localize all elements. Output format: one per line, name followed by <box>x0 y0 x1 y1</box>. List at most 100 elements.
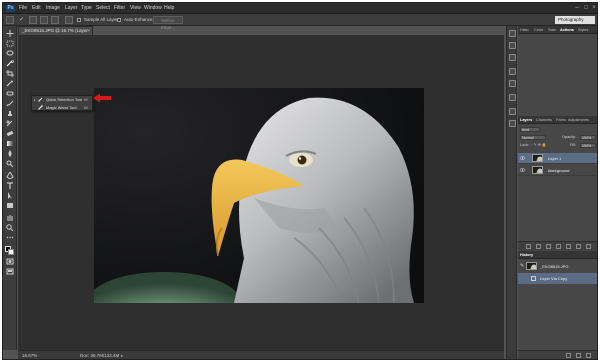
tab-actions[interactable]: Actions <box>560 27 574 33</box>
navigator-panel-icon[interactable] <box>509 54 516 61</box>
tab-history[interactable]: History <box>520 252 533 258</box>
minimize-icon[interactable]: – <box>574 5 580 11</box>
link-layers-icon[interactable] <box>526 244 531 249</box>
zoom-level[interactable]: 16.67% <box>22 353 37 359</box>
menu-layer[interactable]: Layer <box>65 5 78 12</box>
quick-mask-icon[interactable] <box>6 258 14 265</box>
info-panel-icon[interactable] <box>509 42 516 49</box>
flyout-item-magic-wand[interactable]: Magic Wand Tool W <box>32 104 92 111</box>
sample-all-layers-checkbox[interactable] <box>77 18 81 22</box>
notes-panel-icon[interactable] <box>509 120 516 127</box>
refine-edge-button[interactable]: Refine Edge... <box>153 16 183 30</box>
screen-mode-icon[interactable] <box>6 268 14 275</box>
gradient-tool-icon[interactable] <box>6 140 14 147</box>
magic-wand-icon <box>38 105 43 110</box>
canvas-area[interactable]: • Quick Selection Tool W Magic Wand Tool… <box>18 35 504 350</box>
maximize-icon[interactable]: □ <box>583 5 589 11</box>
history-state-row[interactable]: Layer Via Copy <box>518 273 597 284</box>
flyout-item-quick-selection[interactable]: • Quick Selection Tool W <box>32 96 92 103</box>
menu-edit[interactable]: Edit <box>32 5 41 12</box>
pen-tool-icon[interactable] <box>6 172 14 179</box>
path-selection-tool-icon[interactable] <box>6 192 14 199</box>
fill-input[interactable]: 100% <box>580 143 596 148</box>
tool-flyout-menu: • Quick Selection Tool W Magic Wand Tool… <box>31 95 93 111</box>
snapshot-icon[interactable] <box>576 353 581 358</box>
layer-row[interactable]: Layer 1 <box>518 153 597 164</box>
add-selection-icon[interactable] <box>29 16 37 24</box>
subtract-selection-icon[interactable] <box>40 16 48 24</box>
tab-styles[interactable]: Styles <box>578 27 588 33</box>
delete-state-icon[interactable] <box>586 353 591 358</box>
brush-tool-icon[interactable] <box>6 100 14 107</box>
layer-style-icon[interactable] <box>536 244 541 249</box>
type-tool-icon[interactable] <box>6 182 14 189</box>
menu-filter[interactable]: Filter <box>114 5 125 12</box>
close-document-icon[interactable]: × <box>87 27 90 35</box>
tab-histogram[interactable]: Histo <box>520 27 529 33</box>
eye-icon[interactable] <box>520 156 525 160</box>
brush-panel-icon[interactable] <box>509 68 516 75</box>
healing-brush-tool-icon[interactable] <box>6 90 14 97</box>
menu-window[interactable]: Window <box>144 5 162 12</box>
histogram-panel-icon[interactable] <box>509 30 516 37</box>
eagle-photo[interactable] <box>94 88 424 303</box>
layer-row[interactable]: Background <box>518 165 597 176</box>
tab-adjustments[interactable]: Adjustments <box>568 117 589 123</box>
eye-icon[interactable] <box>520 168 525 172</box>
status-menu-arrow-icon[interactable]: ▸ <box>121 353 123 359</box>
lasso-tool-icon[interactable] <box>6 50 14 57</box>
tool-preset-icon[interactable] <box>6 16 14 24</box>
paragraph-panel-icon[interactable] <box>509 94 516 101</box>
history-snapshot-row[interactable]: ✎ _EKO8515.JPG <box>518 261 597 272</box>
menu-image[interactable]: Image <box>46 5 60 12</box>
close-icon[interactable]: × <box>591 5 597 11</box>
background-color-swatch[interactable] <box>8 249 14 255</box>
eraser-tool-icon[interactable] <box>6 130 14 137</box>
brush-size-icon[interactable] <box>51 16 59 24</box>
tab-channels[interactable]: Channels <box>536 117 552 123</box>
quick-selection-tool-icon[interactable] <box>6 60 14 67</box>
auto-enhance-checkbox[interactable] <box>117 18 121 22</box>
blend-mode-select[interactable]: Normal <box>520 135 546 140</box>
move-tool-icon[interactable] <box>6 30 14 37</box>
marquee-tool-icon[interactable] <box>6 40 14 47</box>
more-tools-icon[interactable] <box>6 234 14 241</box>
zoom-tool-icon[interactable] <box>6 224 14 231</box>
tab-paths[interactable]: Paths <box>556 117 566 123</box>
tab-layers[interactable]: Layers <box>520 117 532 123</box>
new-layer-icon[interactable] <box>576 244 581 249</box>
lock-icons[interactable]: ▫ ✎ ✥ 🔒 <box>531 143 547 148</box>
clone-stamp-tool-icon[interactable] <box>6 110 14 117</box>
opacity-input[interactable]: 100% <box>580 135 596 140</box>
tab-color[interactable]: Color <box>534 27 543 33</box>
history-item-label: _EKO8515.JPG <box>540 264 569 269</box>
hand-tool-icon[interactable] <box>6 214 14 221</box>
menu-select[interactable]: Select <box>96 5 110 12</box>
crop-tool-icon[interactable] <box>6 70 14 77</box>
layer-filter-select[interactable]: Kind <box>520 127 540 132</box>
menu-bar: Ps File Edit Image Layer Type Select Fil… <box>3 3 597 14</box>
adjustment-layer-icon[interactable] <box>556 244 561 249</box>
layers-panel-body: Kind Normal Opacity: 100% Lock: ▫ ✎ ✥ 🔒 … <box>518 125 597 245</box>
history-brush-source-icon[interactable]: ✎ <box>520 263 524 269</box>
menu-help[interactable]: Help <box>164 5 174 12</box>
history-brush-tool-icon[interactable] <box>6 120 14 127</box>
brush-settings-icon[interactable] <box>65 16 73 24</box>
new-document-from-state-icon[interactable] <box>566 353 571 358</box>
workspace-select[interactable]: Photography <box>555 16 595 24</box>
menu-file[interactable]: File <box>19 5 27 12</box>
dodge-tool-icon[interactable] <box>6 160 14 167</box>
layer-mask-icon[interactable] <box>546 244 551 249</box>
blur-tool-icon[interactable] <box>6 150 14 157</box>
new-group-icon[interactable] <box>566 244 571 249</box>
shape-tool-icon[interactable] <box>6 202 14 209</box>
delete-layer-icon[interactable] <box>586 244 591 249</box>
tab-swatches[interactable]: Swtc <box>548 27 556 33</box>
menu-type[interactable]: Type <box>81 5 92 12</box>
new-selection-icon[interactable]: ✓ <box>19 16 25 24</box>
document-tab[interactable]: _EKO8515.JPG @ 16.7% (Layer 1, RGB/8) × <box>18 26 93 41</box>
properties-panel-icon[interactable] <box>509 108 516 115</box>
character-panel-icon[interactable] <box>509 80 516 87</box>
eyedropper-tool-icon[interactable] <box>6 80 14 87</box>
menu-view[interactable]: View <box>130 5 141 12</box>
